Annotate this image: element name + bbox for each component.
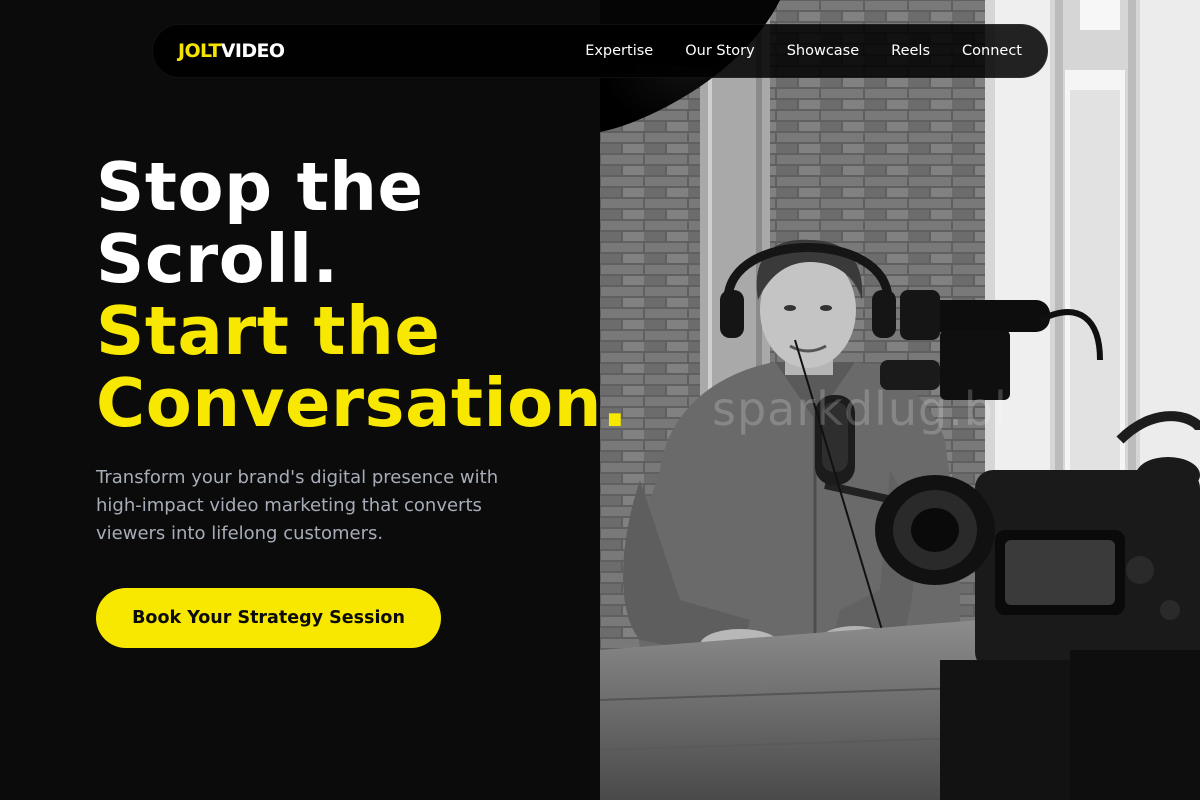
navbar: JOLT VIDEO Expertise Our Story Showcase R… bbox=[152, 24, 1048, 78]
hero-title-line-1: Stop the bbox=[96, 148, 424, 226]
nav-link-our-story[interactable]: Our Story bbox=[685, 43, 754, 59]
photo-watermark: sparkdlug.bl bbox=[712, 382, 1008, 436]
nav-link-connect[interactable]: Connect bbox=[962, 43, 1022, 59]
landing-page: sparkdlug.bl JOLT VIDEO Expertise Our Sto… bbox=[0, 0, 1200, 800]
hero-subtitle: Transform your brand's digital presence … bbox=[96, 467, 499, 544]
logo[interactable]: JOLT VIDEO bbox=[178, 40, 285, 62]
nav-link-expertise[interactable]: Expertise bbox=[585, 43, 653, 59]
logo-part-jolt: JOLT bbox=[178, 40, 221, 62]
nav-link-reels[interactable]: Reels bbox=[891, 43, 930, 59]
book-strategy-session-button[interactable]: Book Your Strategy Session bbox=[96, 588, 441, 648]
nav-link-showcase[interactable]: Showcase bbox=[787, 43, 859, 59]
hero-title: Stop the Scroll. Start the Conversation. bbox=[96, 151, 628, 439]
hero-title-line-3: Start the bbox=[96, 292, 441, 370]
hero-title-line-4: Conversation. bbox=[96, 364, 629, 442]
hero-title-line-2: Scroll. bbox=[96, 220, 339, 298]
nav-links: Expertise Our Story Showcase Reels Conne… bbox=[585, 43, 1022, 59]
logo-part-video: VIDEO bbox=[220, 40, 285, 62]
